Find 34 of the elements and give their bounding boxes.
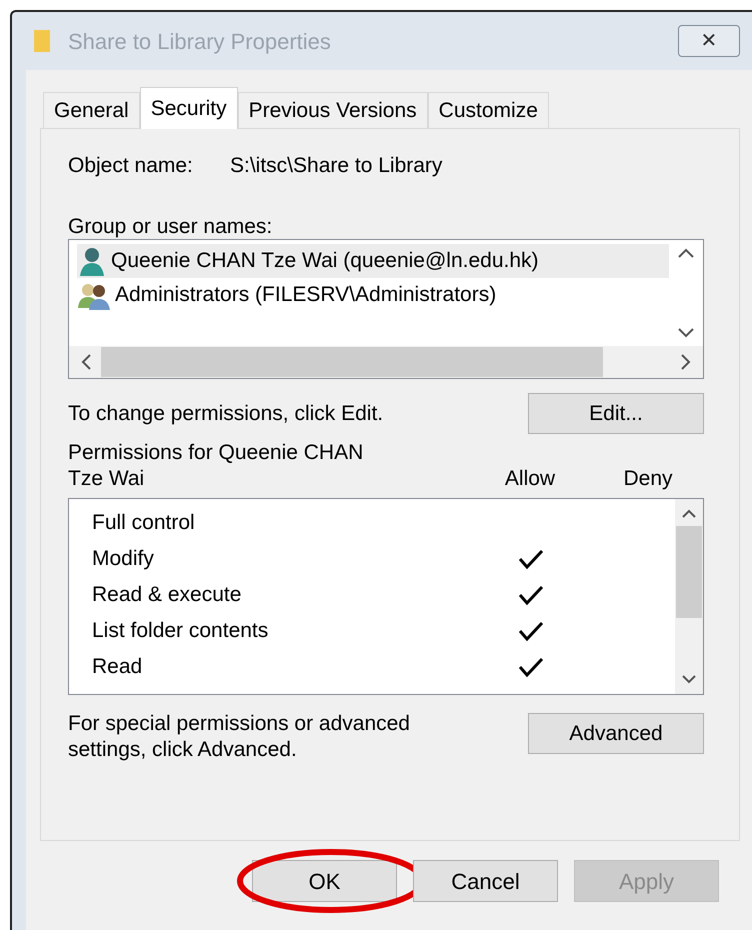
advanced-hint: For special permissions or advanced settings, click Advanced. bbox=[68, 711, 411, 763]
window-title: Share to Library Properties bbox=[68, 28, 332, 56]
deny-header: Deny bbox=[622, 466, 674, 492]
folder-icon bbox=[32, 28, 52, 54]
scroll-left-icon[interactable] bbox=[81, 354, 91, 370]
permission-name: Modify bbox=[92, 546, 155, 572]
scroll-down-icon[interactable] bbox=[682, 675, 696, 684]
advanced-button[interactable]: Advanced bbox=[528, 713, 704, 754]
close-button[interactable]: ✕ bbox=[678, 25, 740, 57]
edit-button[interactable]: Edit... bbox=[528, 393, 704, 434]
dialog-button[interactable]: OK bbox=[252, 860, 397, 902]
tab[interactable]: Customize bbox=[428, 92, 549, 128]
user-list-item[interactable]: Queenie CHAN Tze Wai (queenie@ln.edu.hk) bbox=[77, 244, 669, 278]
group-names-label: Group or user names: bbox=[68, 214, 274, 239]
tab[interactable]: General bbox=[43, 92, 140, 128]
scroll-up-icon[interactable] bbox=[682, 509, 696, 518]
permission-name: Full control bbox=[92, 510, 196, 536]
permission-name: List folder contents bbox=[92, 618, 270, 644]
allow-header: Allow bbox=[504, 466, 556, 492]
permissions-title: Permissions for Queenie CHAN bbox=[68, 440, 364, 466]
scroll-down-icon[interactable] bbox=[678, 328, 694, 338]
change-permissions-hint: To change permissions, click Edit. bbox=[68, 400, 384, 427]
object-name-value: S:\itsc\Share to Library bbox=[230, 153, 442, 180]
tab[interactable]: Previous Versions bbox=[238, 92, 428, 128]
person-icon bbox=[77, 246, 107, 276]
user-list-item[interactable]: Administrators (FILESRV\Administrators) bbox=[77, 278, 669, 312]
object-name-label: Object name: bbox=[68, 153, 194, 180]
scroll-right-icon[interactable] bbox=[681, 354, 691, 370]
permission-name: Read bbox=[92, 654, 144, 680]
tab[interactable]: Security bbox=[140, 87, 238, 129]
permissions-title: Tze Wai bbox=[68, 466, 146, 492]
dialog-button[interactable]: Cancel bbox=[413, 860, 558, 902]
scroll-up-icon[interactable] bbox=[678, 248, 694, 258]
permission-name: Read & execute bbox=[92, 582, 242, 608]
